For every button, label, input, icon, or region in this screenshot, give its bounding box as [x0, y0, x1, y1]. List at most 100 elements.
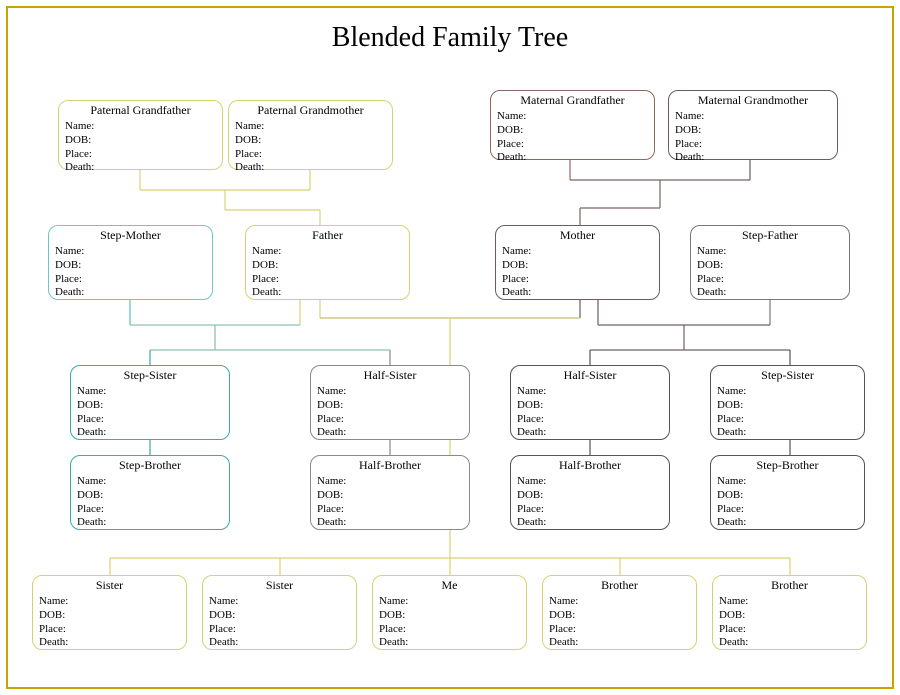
field-block: Name: DOB: Place: Death:	[379, 595, 520, 650]
role-label: Me	[379, 578, 520, 593]
field-block: Name: DOB: Place: Death:	[55, 245, 206, 300]
field-death: Death:	[517, 426, 663, 440]
card-paternal-grandfather: Paternal Grandfather Name: DOB: Place: D…	[58, 100, 223, 170]
field-dob: DOB:	[719, 609, 860, 623]
field-block: Name: DOB: Place: Death:	[517, 385, 663, 440]
role-label: Brother	[719, 578, 860, 593]
field-death: Death:	[77, 516, 223, 530]
role-label: Paternal Grandmother	[235, 103, 386, 118]
card-paternal-grandmother: Paternal Grandmother Name: DOB: Place: D…	[228, 100, 393, 170]
field-death: Death:	[39, 636, 180, 650]
field-block: Name: DOB: Place: Death:	[39, 595, 180, 650]
card-sister-2: Sister Name: DOB: Place: Death:	[202, 575, 357, 650]
role-label: Maternal Grandmother	[675, 93, 831, 108]
field-death: Death:	[65, 161, 216, 175]
field-dob: DOB:	[317, 399, 463, 413]
field-dob: DOB:	[252, 259, 403, 273]
field-death: Death:	[719, 636, 860, 650]
field-name: Name:	[55, 245, 206, 259]
card-brother-1: Brother Name: DOB: Place: Death:	[542, 575, 697, 650]
field-dob: DOB:	[39, 609, 180, 623]
field-dob: DOB:	[235, 134, 386, 148]
card-sister-1: Sister Name: DOB: Place: Death:	[32, 575, 187, 650]
card-half-sister-left: Half-Sister Name: DOB: Place: Death:	[310, 365, 470, 440]
role-label: Half-Sister	[517, 368, 663, 383]
field-place: Place:	[497, 138, 648, 152]
field-dob: DOB:	[717, 489, 858, 503]
role-label: Step-Brother	[717, 458, 858, 473]
field-name: Name:	[719, 595, 860, 609]
field-place: Place:	[252, 273, 403, 287]
role-label: Sister	[209, 578, 350, 593]
field-name: Name:	[77, 385, 223, 399]
field-dob: DOB:	[77, 489, 223, 503]
field-name: Name:	[252, 245, 403, 259]
field-block: Name: DOB: Place: Death:	[719, 595, 860, 650]
field-name: Name:	[39, 595, 180, 609]
role-label: Sister	[39, 578, 180, 593]
field-place: Place:	[717, 503, 858, 517]
field-block: Name: DOB: Place: Death:	[497, 110, 648, 165]
field-death: Death:	[317, 426, 463, 440]
field-dob: DOB:	[517, 489, 663, 503]
card-step-father: Step-Father Name: DOB: Place: Death:	[690, 225, 850, 300]
field-block: Name: DOB: Place: Death:	[65, 120, 216, 175]
field-dob: DOB:	[497, 124, 648, 138]
field-place: Place:	[235, 148, 386, 162]
field-place: Place:	[549, 623, 690, 637]
card-half-brother-left: Half-Brother Name: DOB: Place: Death:	[310, 455, 470, 530]
field-death: Death:	[502, 286, 653, 300]
field-dob: DOB:	[517, 399, 663, 413]
role-label: Mother	[502, 228, 653, 243]
field-death: Death:	[235, 161, 386, 175]
field-name: Name:	[317, 475, 463, 489]
card-father: Father Name: DOB: Place: Death:	[245, 225, 410, 300]
role-label: Maternal Grandfather	[497, 93, 648, 108]
field-name: Name:	[717, 475, 858, 489]
card-mother: Mother Name: DOB: Place: Death:	[495, 225, 660, 300]
field-dob: DOB:	[55, 259, 206, 273]
field-place: Place:	[209, 623, 350, 637]
field-name: Name:	[379, 595, 520, 609]
field-death: Death:	[517, 516, 663, 530]
field-block: Name: DOB: Place: Death:	[235, 120, 386, 175]
field-place: Place:	[65, 148, 216, 162]
field-place: Place:	[39, 623, 180, 637]
field-dob: DOB:	[675, 124, 831, 138]
field-block: Name: DOB: Place: Death:	[317, 475, 463, 530]
field-place: Place:	[77, 503, 223, 517]
card-half-brother-right: Half-Brother Name: DOB: Place: Death:	[510, 455, 670, 530]
field-name: Name:	[549, 595, 690, 609]
field-death: Death:	[317, 516, 463, 530]
field-name: Name:	[317, 385, 463, 399]
field-block: Name: DOB: Place: Death:	[209, 595, 350, 650]
field-name: Name:	[77, 475, 223, 489]
role-label: Step-Mother	[55, 228, 206, 243]
field-name: Name:	[65, 120, 216, 134]
field-block: Name: DOB: Place: Death:	[77, 475, 223, 530]
role-label: Half-Sister	[317, 368, 463, 383]
field-place: Place:	[317, 503, 463, 517]
field-dob: DOB:	[77, 399, 223, 413]
field-block: Name: DOB: Place: Death:	[502, 245, 653, 300]
role-label: Father	[252, 228, 403, 243]
field-place: Place:	[502, 273, 653, 287]
card-maternal-grandmother: Maternal Grandmother Name: DOB: Place: D…	[668, 90, 838, 160]
field-dob: DOB:	[379, 609, 520, 623]
role-label: Step-Brother	[77, 458, 223, 473]
field-death: Death:	[209, 636, 350, 650]
field-name: Name:	[717, 385, 858, 399]
field-place: Place:	[317, 413, 463, 427]
role-label: Paternal Grandfather	[65, 103, 216, 118]
field-death: Death:	[697, 286, 843, 300]
card-step-brother-right: Step-Brother Name: DOB: Place: Death:	[710, 455, 865, 530]
field-place: Place:	[719, 623, 860, 637]
role-label: Brother	[549, 578, 690, 593]
field-block: Name: DOB: Place: Death:	[697, 245, 843, 300]
card-step-mother: Step-Mother Name: DOB: Place: Death:	[48, 225, 213, 300]
card-me: Me Name: DOB: Place: Death:	[372, 575, 527, 650]
field-block: Name: DOB: Place: Death:	[549, 595, 690, 650]
field-death: Death:	[497, 151, 648, 165]
field-death: Death:	[675, 151, 831, 165]
field-place: Place:	[697, 273, 843, 287]
